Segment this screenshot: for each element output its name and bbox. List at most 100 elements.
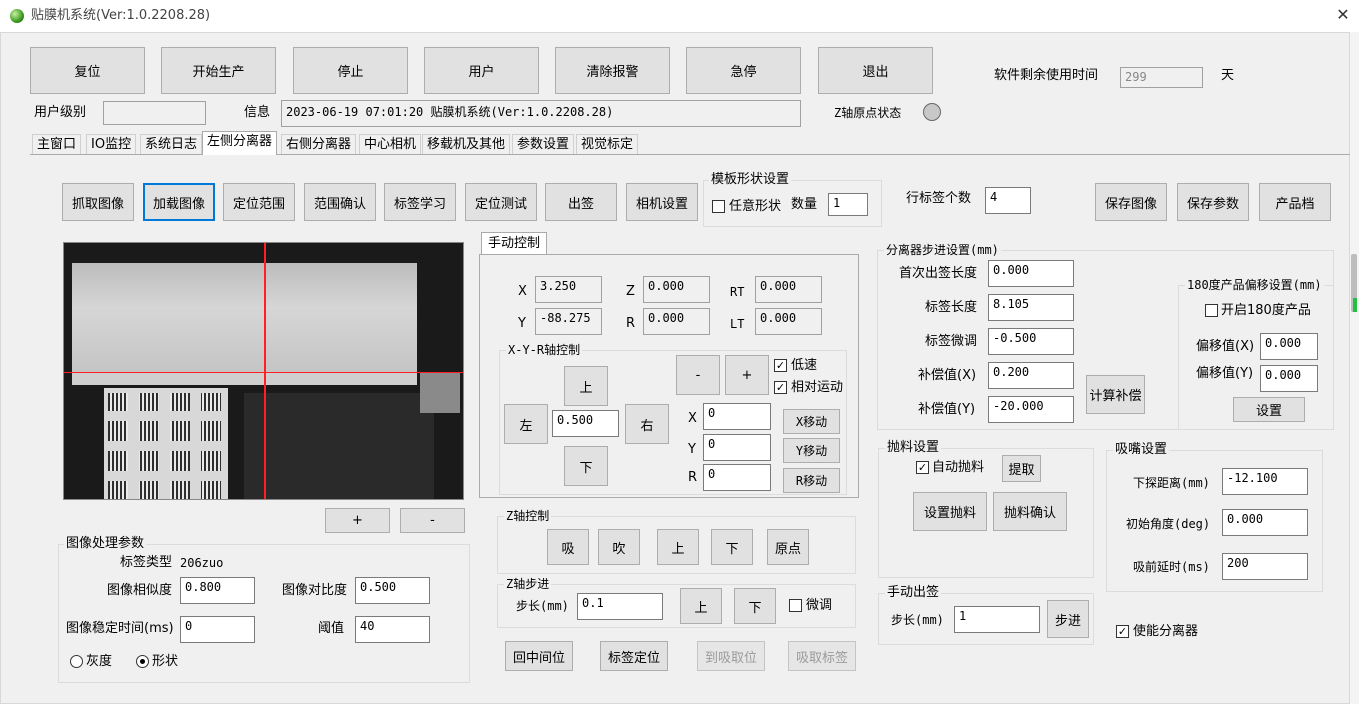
locate-test-button[interactable]: 定位测试 <box>465 183 537 221</box>
y-move-button[interactable]: Y移动 <box>783 438 840 463</box>
auto-discard-checkbox[interactable]: ✓ <box>916 461 929 474</box>
label-fine-field[interactable]: -0.500 <box>988 328 1074 355</box>
scrollbar[interactable] <box>1350 32 1359 704</box>
set-discard-button[interactable]: 设置抛料 <box>913 492 987 531</box>
blow-button[interactable]: 吹 <box>598 529 640 565</box>
gray-label: 灰度 <box>86 654 113 669</box>
offset-x-field[interactable]: 0.000 <box>1260 333 1318 360</box>
manual-out-step-label: 步长(mm) <box>891 613 944 627</box>
r-plus-button[interactable]: + <box>725 355 769 395</box>
zoom-out-button[interactable]: - <box>400 508 465 533</box>
extract-button[interactable]: 提取 <box>1002 455 1041 482</box>
reset-button[interactable]: 复位 <box>30 47 145 94</box>
enable-separator-checkbox[interactable]: ✓ <box>1116 625 1129 638</box>
any-shape-label: 任意形状 <box>729 199 782 214</box>
r-minus-button[interactable]: - <box>676 355 720 395</box>
first-out-length-label: 首次出签长度 <box>899 266 978 281</box>
row-label-count-field[interactable]: 4 <box>985 187 1031 214</box>
product-file-button[interactable]: 产品档 <box>1259 183 1331 221</box>
label-locate-button[interactable]: 标签定位 <box>600 641 668 671</box>
stable-time-field[interactable]: 0 <box>180 616 255 643</box>
move-x-field[interactable]: 0 <box>703 403 771 430</box>
tab-main[interactable]: 主窗口 <box>32 134 82 154</box>
emergency-stop-button[interactable]: 急停 <box>686 47 801 94</box>
manual-out-step-field[interactable]: 1 <box>954 606 1040 633</box>
tab-center-camera[interactable]: 中心相机 <box>359 134 422 154</box>
y-down-button[interactable]: 下 <box>564 446 608 486</box>
confirm-range-button[interactable]: 范围确认 <box>304 183 376 221</box>
pick-label-button[interactable]: 吸取标签 <box>788 641 856 671</box>
rt-pos-field: 0.000 <box>755 276 822 303</box>
clear-alarm-button[interactable]: 清除报警 <box>555 47 670 94</box>
window-title: 贴膜机系统(Ver:1.0.2208.28) <box>31 8 211 23</box>
any-shape-checkbox[interactable] <box>712 200 725 213</box>
relative-move-checkbox[interactable]: ✓ <box>774 381 787 394</box>
z-step-field[interactable]: 0.1 <box>577 593 663 620</box>
first-out-length-field[interactable]: 0.000 <box>988 260 1074 287</box>
load-image-button[interactable]: 加载图像 <box>143 183 215 221</box>
shape-radio[interactable] <box>136 655 149 668</box>
suction-delay-field[interactable]: 200 <box>1222 553 1308 580</box>
save-image-button[interactable]: 保存图像 <box>1095 183 1167 221</box>
tab-right-separator[interactable]: 右侧分离器 <box>281 134 357 154</box>
suck-button[interactable]: 吸 <box>547 529 589 565</box>
move-r-field[interactable]: 0 <box>703 464 771 491</box>
to-pick-position-button[interactable]: 到吸取位 <box>697 641 765 671</box>
start-production-button[interactable]: 开始生产 <box>161 47 276 94</box>
count-field[interactable]: 1 <box>828 193 868 216</box>
z-step-up-button[interactable]: 上 <box>680 588 722 624</box>
out-label-button[interactable]: 出签 <box>545 183 617 221</box>
camera-settings-button[interactable]: 相机设置 <box>626 183 698 221</box>
user-button[interactable]: 用户 <box>424 47 539 94</box>
tab-io-monitor[interactable]: IO监控 <box>86 134 137 154</box>
similarity-field[interactable]: 0.800 <box>180 577 255 604</box>
fine-tune-checkbox[interactable] <box>789 599 802 612</box>
gray-radio[interactable] <box>70 655 83 668</box>
tab-system-log[interactable]: 系统日志 <box>140 134 203 154</box>
tab-vision-calibration[interactable]: 视觉标定 <box>576 134 639 154</box>
back-to-middle-button[interactable]: 回中间位 <box>505 641 573 671</box>
calc-comp-button[interactable]: 计算补偿 <box>1086 375 1145 414</box>
comp-y-field[interactable]: -20.000 <box>988 396 1074 423</box>
z-down-button[interactable]: 下 <box>711 529 753 565</box>
manual-out-step-button[interactable]: 步进 <box>1047 600 1089 638</box>
locate-range-button[interactable]: 定位范围 <box>223 183 295 221</box>
close-icon[interactable]: ✕ <box>1334 6 1352 24</box>
tab-left-separator[interactable]: 左侧分离器 <box>202 131 278 155</box>
offset-y-field[interactable]: 0.000 <box>1260 365 1318 392</box>
jog-step-field[interactable]: 0.500 <box>552 410 619 437</box>
low-speed-checkbox[interactable]: ✓ <box>774 359 787 372</box>
threshold-field[interactable]: 40 <box>355 616 430 643</box>
confirm-discard-button[interactable]: 抛料确认 <box>993 492 1067 531</box>
y-up-button[interactable]: 上 <box>564 366 608 406</box>
z-origin-button[interactable]: 原点 <box>767 529 809 565</box>
tab-parameters[interactable]: 参数设置 <box>512 134 575 154</box>
label-learn-button[interactable]: 标签学习 <box>384 183 456 221</box>
initial-angle-field[interactable]: 0.000 <box>1222 509 1308 536</box>
offset-set-button[interactable]: 设置 <box>1233 397 1305 422</box>
enable-180-checkbox[interactable] <box>1205 304 1218 317</box>
z-step-title: Z轴步进 <box>504 576 552 592</box>
r-move-button[interactable]: R移动 <box>783 468 840 493</box>
x-left-button[interactable]: 左 <box>504 404 548 444</box>
z-step-down-button[interactable]: 下 <box>734 588 776 624</box>
grab-image-button[interactable]: 抓取图像 <box>62 183 134 221</box>
probe-distance-field[interactable]: -12.100 <box>1222 468 1308 495</box>
comp-x-field[interactable]: 0.200 <box>988 362 1074 389</box>
exit-button[interactable]: 退出 <box>818 47 933 94</box>
camera-image-right-area <box>244 393 434 499</box>
stop-button[interactable]: 停止 <box>293 47 408 94</box>
save-params-button[interactable]: 保存参数 <box>1177 183 1249 221</box>
tab-transfer[interactable]: 移载机及其他 <box>422 134 511 154</box>
camera-image[interactable] <box>63 242 464 500</box>
label-type-label: 标签类型 <box>120 555 173 570</box>
label-length-field[interactable]: 8.105 <box>988 294 1074 321</box>
z-up-button[interactable]: 上 <box>657 529 699 565</box>
r-pos-field: 0.000 <box>643 308 710 335</box>
zoom-in-button[interactable]: + <box>325 508 390 533</box>
contrast-field[interactable]: 0.500 <box>355 577 430 604</box>
move-y-field[interactable]: 0 <box>703 434 771 461</box>
x-move-button[interactable]: X移动 <box>783 409 840 434</box>
manual-control-tab[interactable]: 手动控制 <box>481 232 548 254</box>
x-right-button[interactable]: 右 <box>625 404 669 444</box>
